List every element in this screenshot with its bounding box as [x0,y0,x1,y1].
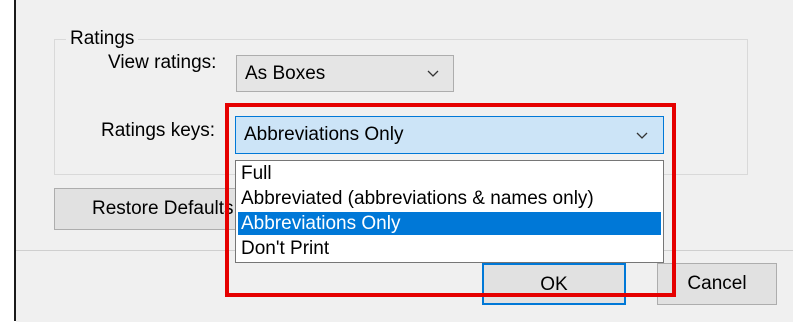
ratings-keys-label: Ratings keys: [101,120,216,141]
ratings-keys-dropdown-list: Full Abbreviated (abbreviations & names … [235,160,664,263]
ok-button[interactable]: OK [482,263,626,305]
chevron-down-icon [636,132,648,140]
dropdown-option-abbreviated[interactable]: Abbreviated (abbreviations & names only) [238,187,661,210]
ratings-keys-value: Abbreviations Only [244,124,404,145]
ratings-group-title: Ratings [66,28,139,50]
dropdown-option-dont-print[interactable]: Don't Print [238,237,661,260]
view-ratings-value: As Boxes [245,63,326,84]
view-ratings-label: View ratings: [108,52,217,73]
chevron-down-icon [427,70,439,78]
ratings-keys-select[interactable]: Abbreviations Only [235,116,664,154]
cancel-button[interactable]: Cancel [657,263,777,305]
view-ratings-select[interactable]: As Boxes [236,55,454,92]
dropdown-option-full[interactable]: Full [238,162,661,185]
restore-defaults-button[interactable]: Restore Defaults [54,188,240,230]
dropdown-option-abbreviations-only[interactable]: Abbreviations Only [238,212,661,235]
